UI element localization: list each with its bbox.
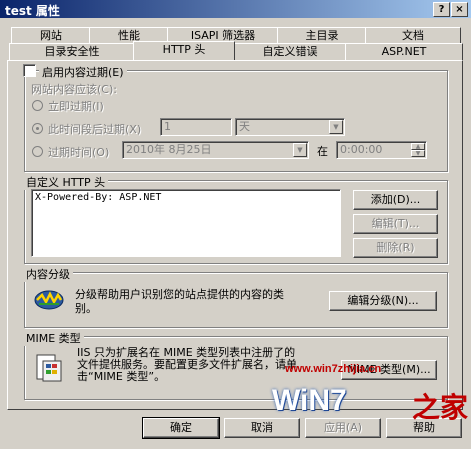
expire-after-radio[interactable]	[32, 123, 43, 134]
window-title: test 属性	[5, 4, 60, 18]
mime-types-title: MIME 类型	[23, 330, 84, 346]
mime-description: IIS 只为扩展名在 MIME 类型列表中注册了的文件提供服务。要配置更多文件扩…	[77, 346, 297, 383]
close-button[interactable]: ×	[451, 2, 468, 17]
rating-icon	[33, 287, 65, 313]
spin-down-icon[interactable]: ▼	[411, 150, 425, 157]
chevron-down-icon: ▼	[293, 143, 307, 157]
custom-headers-title: 自定义 HTTP 头	[23, 174, 109, 190]
expire-date-picker[interactable]: 2010年 8月25日 ▼	[122, 141, 309, 159]
enable-expiration-label: 启用内容过期(E)	[39, 64, 127, 80]
custom-headers-list[interactable]: X-Powered-By: ASP.NET	[31, 189, 341, 257]
add-header-button[interactable]: 添加(D)...	[353, 190, 438, 210]
tab-directory-security[interactable]: 目录安全性	[9, 43, 135, 60]
expire-at-label: 在	[317, 145, 328, 158]
expire-after-label: 此时间段后过期(X)	[48, 123, 142, 136]
expire-time-value: 0:00:00	[340, 143, 383, 156]
expire-now-radio[interactable]	[32, 100, 43, 111]
content-rating-title: 内容分级	[23, 266, 73, 282]
tab-home-directory[interactable]: 主目录	[277, 27, 367, 44]
expire-time-field[interactable]: 0:00:00 ▲ ▼	[336, 141, 427, 159]
tab-custom-errors[interactable]: 自定义错误	[233, 43, 347, 60]
help-title-button[interactable]: ?	[433, 2, 450, 17]
content-rating-group: 内容分级 分级帮助用户识别您的站点提供的内容的类别。 编辑分级(N)...	[23, 266, 448, 328]
tab-website[interactable]: 网站	[11, 27, 91, 44]
enable-expiration-checkbox[interactable]	[23, 64, 36, 77]
watermark-logo-cn: 之家	[412, 391, 469, 424]
ok-button[interactable]: 确定	[142, 417, 220, 439]
title-bar[interactable]: test 属性 ? ×	[0, 0, 471, 18]
delete-header-button[interactable]: 删除(R)	[353, 238, 438, 258]
rating-description: 分级帮助用户识别您的站点提供的内容的类别。	[75, 288, 284, 315]
tab-documents[interactable]: 文档	[365, 27, 461, 44]
expire-after-unit-select[interactable]: 天 ▼	[235, 118, 345, 136]
edit-header-button[interactable]: 编辑(T)...	[353, 214, 438, 234]
tab-aspnet[interactable]: ASP.NET	[345, 43, 463, 60]
expire-after-value-field[interactable]: 1	[160, 118, 232, 136]
expire-on-radio[interactable]	[32, 146, 43, 157]
expire-now-label: 立即过期(I)	[48, 100, 104, 113]
watermark-url: www.win7zhijia.cn	[285, 363, 382, 375]
cancel-button[interactable]: 取消	[224, 418, 300, 438]
spin-up-icon[interactable]: ▲	[411, 143, 425, 150]
tab-http-headers[interactable]: HTTP 头	[133, 41, 235, 60]
custom-headers-group: 自定义 HTTP 头 X-Powered-By: ASP.NET 添加(D)..…	[23, 174, 448, 264]
apply-button[interactable]: 应用(A)	[305, 418, 381, 438]
mime-types-group: MIME 类型 IIS 只为扩展名在 MIME 类型列表中注册了的文件提供服务。…	[23, 330, 448, 400]
expire-after-unit-value: 天	[239, 120, 250, 133]
expire-heading: 网站内容应该(C):	[31, 83, 117, 96]
watermark-logo: WiN7	[272, 384, 347, 417]
custom-header-item[interactable]: X-Powered-By: ASP.NET	[35, 192, 337, 203]
expiration-group: 启用内容过期(E) 网站内容应该(C): 立即过期(I) 此时间段后过期(X) …	[23, 64, 448, 172]
mime-file-icon	[35, 353, 63, 383]
edit-rating-button[interactable]: 编辑分级(N)...	[329, 291, 437, 311]
expire-on-label: 过期时间(O)	[48, 146, 110, 159]
tab-panel: 启用内容过期(E) 网站内容应该(C): 立即过期(I) 此时间段后过期(X) …	[7, 60, 463, 410]
expire-date-value: 2010年 8月25日	[126, 143, 212, 156]
chevron-down-icon: ▼	[329, 120, 343, 134]
